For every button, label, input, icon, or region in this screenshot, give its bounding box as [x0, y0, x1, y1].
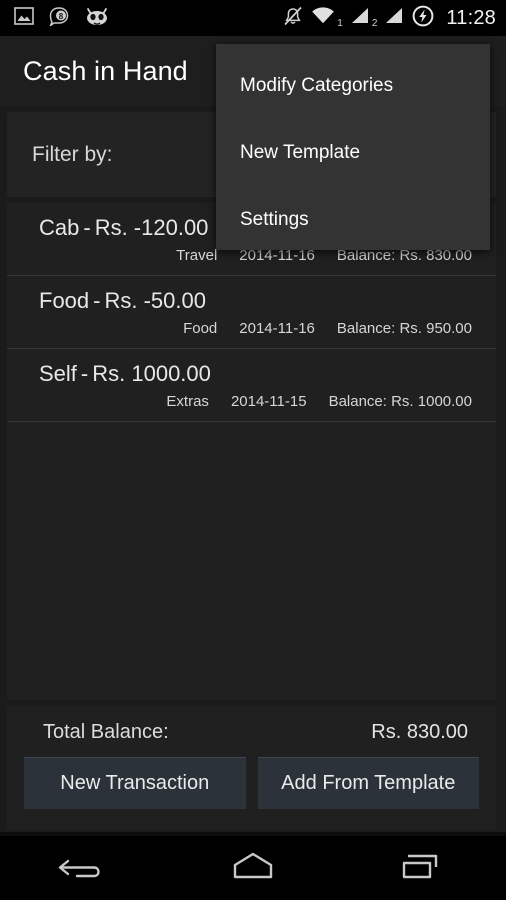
sim2-label: 2 — [371, 17, 378, 29]
page-title: Cash in Hand — [23, 55, 188, 86]
transaction-date: 2014-11-15 — [230, 393, 307, 410]
table-row[interactable]: Self - Rs. 1000.00 Extras 2014-11-15 Balan… — [7, 349, 496, 422]
menu-item-modify-categories[interactable]: Modify Categories — [216, 52, 490, 119]
cyanogenmod-cid-icon — [84, 6, 110, 31]
new-transaction-button[interactable]: New Transaction — [24, 757, 246, 809]
back-button[interactable] — [29, 836, 139, 900]
transaction-category: Extras — [166, 393, 209, 410]
transaction-balance: Balance: Rs. 950.00 — [336, 320, 472, 337]
overflow-menu[interactable]: Modify Categories New Template Settings — [216, 44, 490, 250]
transaction-list[interactable]: Cab - Rs. -120.00 Travel 2014-11-16 Balanc… — [7, 203, 496, 700]
signal-1-icon — [350, 6, 370, 31]
back-icon — [58, 849, 110, 888]
status-bar-right-icons: 1 2 11:28 — [282, 4, 496, 33]
navigation-bar — [0, 836, 506, 900]
phone-screen: 8 1 2 11:28 Cash in Hand Filter by: Cab … — [0, 0, 506, 900]
recents-button[interactable] — [367, 836, 477, 900]
signal-2-icon — [384, 6, 404, 31]
transaction-name: Self — [39, 361, 77, 386]
recents-icon — [396, 849, 448, 888]
status-bar-clock: 11:28 — [446, 6, 496, 29]
footer-button-row: New Transaction Add From Template — [21, 757, 482, 809]
transaction-separator: - — [80, 361, 89, 386]
transaction-separator: - — [83, 215, 91, 240]
transaction-amount: Rs. -50.00 — [104, 288, 206, 313]
transaction-headline: Self - Rs. 1000.00 — [21, 361, 482, 387]
total-balance-row: Total Balance: Rs. 830.00 — [21, 718, 482, 744]
status-bar: 8 1 2 11:28 — [0, 0, 506, 36]
wifi-icon — [311, 6, 335, 31]
transaction-name: Food — [39, 288, 90, 313]
status-bar-left-icons: 8 — [14, 6, 110, 31]
transaction-separator: - — [93, 288, 101, 313]
transaction-category: Food — [183, 320, 218, 337]
transaction-amount: Rs. 1000.00 — [92, 361, 211, 386]
transaction-name: Cab — [39, 215, 80, 240]
filter-by-label: Filter by: — [32, 142, 113, 166]
image-icon — [14, 6, 34, 30]
total-balance-label: Total Balance: — [43, 721, 169, 743]
home-button[interactable] — [198, 836, 308, 900]
menu-item-new-template[interactable]: New Template — [216, 119, 490, 186]
home-icon — [225, 849, 281, 888]
svg-text:8: 8 — [59, 12, 64, 21]
transaction-headline: Food - Rs. -50.00 — [21, 288, 482, 314]
add-from-template-button[interactable]: Add From Template — [257, 757, 479, 809]
sim1-label: 1 — [337, 17, 343, 29]
menu-item-settings[interactable]: Settings — [216, 186, 490, 253]
transaction-category: Travel — [176, 247, 218, 264]
transaction-balance: Balance: Rs. 1000.00 — [328, 393, 472, 410]
transaction-meta: Extras 2014-11-15 Balance: Rs. 1000.00 — [21, 393, 482, 410]
chat-bubble-8-icon: 8 — [48, 6, 70, 31]
transaction-meta: Food 2014-11-16 Balance: Rs. 950.00 — [21, 320, 482, 337]
charging-bolt-icon — [411, 4, 435, 33]
total-balance-value: Rs. 830.00 — [371, 721, 468, 743]
table-row[interactable]: Food - Rs. -50.00 Food 2014-11-16 Balance:… — [7, 276, 496, 349]
transaction-date: 2014-11-16 — [239, 320, 315, 337]
footer-panel: Total Balance: Rs. 830.00 New Transactio… — [7, 706, 496, 830]
transaction-amount: Rs. -120.00 — [94, 215, 209, 240]
mute-icon — [282, 5, 304, 32]
